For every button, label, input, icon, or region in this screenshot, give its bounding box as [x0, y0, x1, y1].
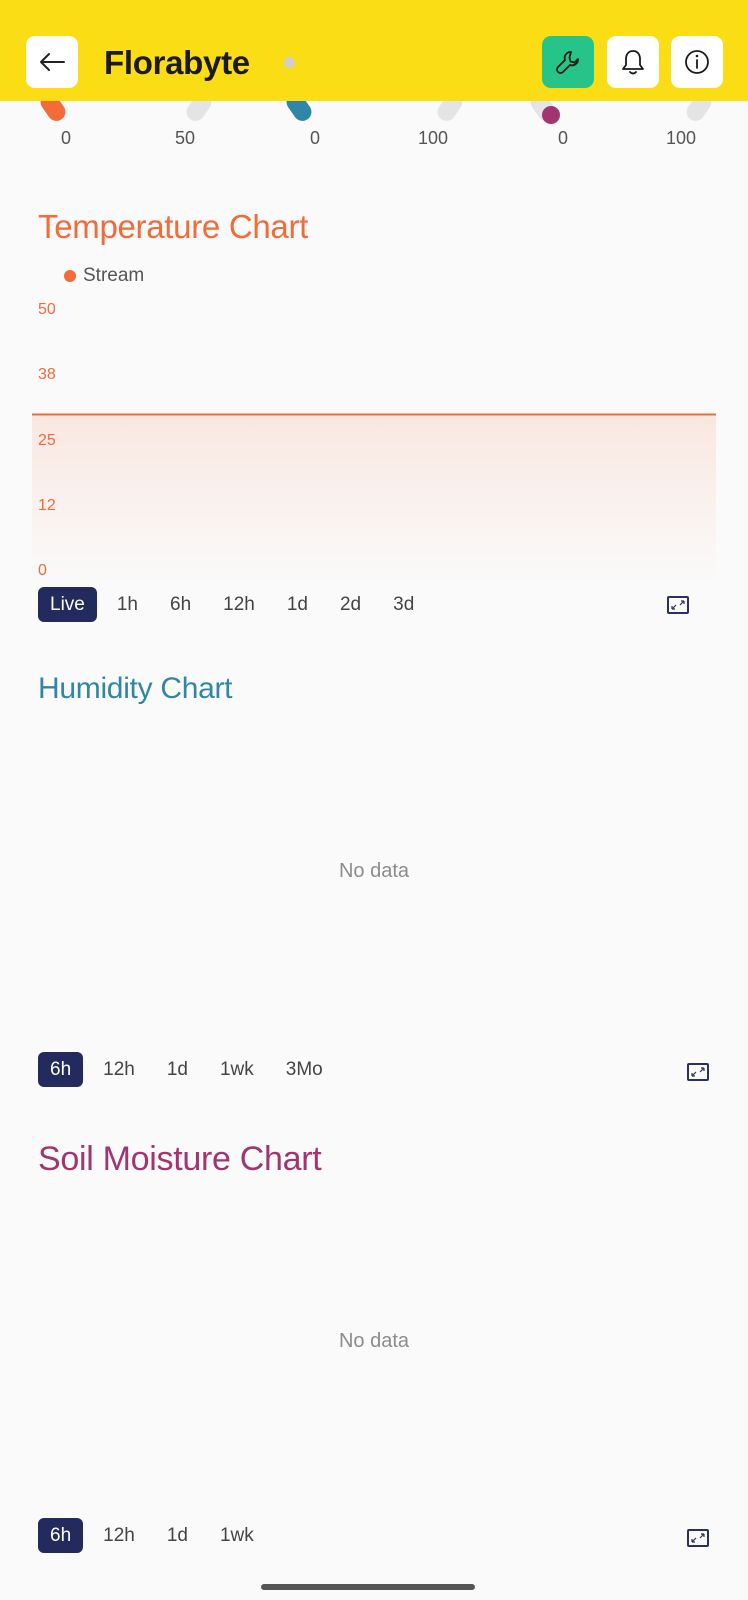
- home-indicator[interactable]: [261, 1584, 475, 1590]
- range-button-1h[interactable]: 1h: [105, 587, 150, 622]
- temperature-gauge-min: 0: [60, 128, 71, 148]
- back-button[interactable]: [26, 36, 78, 88]
- expand-icon[interactable]: [687, 1063, 709, 1081]
- range-button-2d[interactable]: 2d: [328, 587, 373, 622]
- range-button-live[interactable]: Live: [38, 587, 97, 622]
- app-header: Florabyte: [0, 0, 748, 101]
- notifications-button[interactable]: [607, 36, 659, 88]
- expand-icon[interactable]: [687, 1529, 709, 1547]
- range-button-1d[interactable]: 1d: [275, 587, 320, 622]
- humidity-gauge-max: 100: [417, 128, 449, 148]
- arrow-left-icon: [40, 53, 65, 71]
- humidity-range-bar: 6h 12h 1d 1wk 3Mo: [38, 1052, 343, 1087]
- humidity-chart-title: Humidity Chart: [38, 672, 233, 705]
- temperature-plot: [32, 413, 716, 585]
- temperature-chart-title: Temperature Chart: [38, 208, 309, 245]
- info-icon: [685, 50, 709, 74]
- legend-dot: [64, 270, 76, 282]
- range-button-3mo[interactable]: 3Mo: [274, 1052, 335, 1087]
- range-button-1d[interactable]: 1d: [155, 1052, 200, 1087]
- range-button-1wk[interactable]: 1wk: [208, 1518, 266, 1553]
- range-button-3d[interactable]: 3d: [381, 587, 426, 622]
- range-button-6h[interactable]: 6h: [158, 587, 203, 622]
- legend-label: Stream: [83, 265, 145, 286]
- bell-icon: [622, 50, 644, 75]
- range-button-12h[interactable]: 12h: [211, 587, 267, 622]
- soil-no-data: No data: [338, 1330, 410, 1352]
- stream-area: [32, 414, 716, 585]
- wrench-icon: [556, 51, 579, 74]
- range-button-12h[interactable]: 12h: [91, 1052, 147, 1087]
- range-button-6h[interactable]: 6h: [38, 1052, 84, 1087]
- humidity-no-data: No data: [338, 860, 410, 882]
- humidity-gauge-min: 0: [309, 128, 320, 148]
- temperature-gauge-max: 50: [174, 128, 196, 148]
- soil-gauge-max: 100: [665, 128, 697, 148]
- soil-gauge-min: 0: [557, 128, 568, 148]
- chart-legend: Stream: [64, 265, 144, 287]
- app-title: Florabyte: [104, 44, 250, 81]
- settings-tool-button[interactable]: [542, 36, 594, 88]
- range-button-6h[interactable]: 6h: [38, 1518, 84, 1553]
- soil-gauge-marker: [542, 106, 560, 124]
- connection-status-dot: [284, 57, 295, 68]
- info-button[interactable]: [671, 36, 723, 88]
- range-button-1wk[interactable]: 1wk: [208, 1052, 266, 1087]
- temperature-range-bar: Live 1h 6h 12h 1d 2d 3d: [38, 587, 434, 622]
- soil-range-bar: 6h 12h 1d 1wk: [38, 1518, 274, 1553]
- range-button-1d[interactable]: 1d: [155, 1518, 200, 1553]
- range-button-12h[interactable]: 12h: [91, 1518, 147, 1553]
- soil-moisture-chart-title: Soil Moisture Chart: [38, 1140, 322, 1178]
- expand-icon[interactable]: [667, 596, 689, 614]
